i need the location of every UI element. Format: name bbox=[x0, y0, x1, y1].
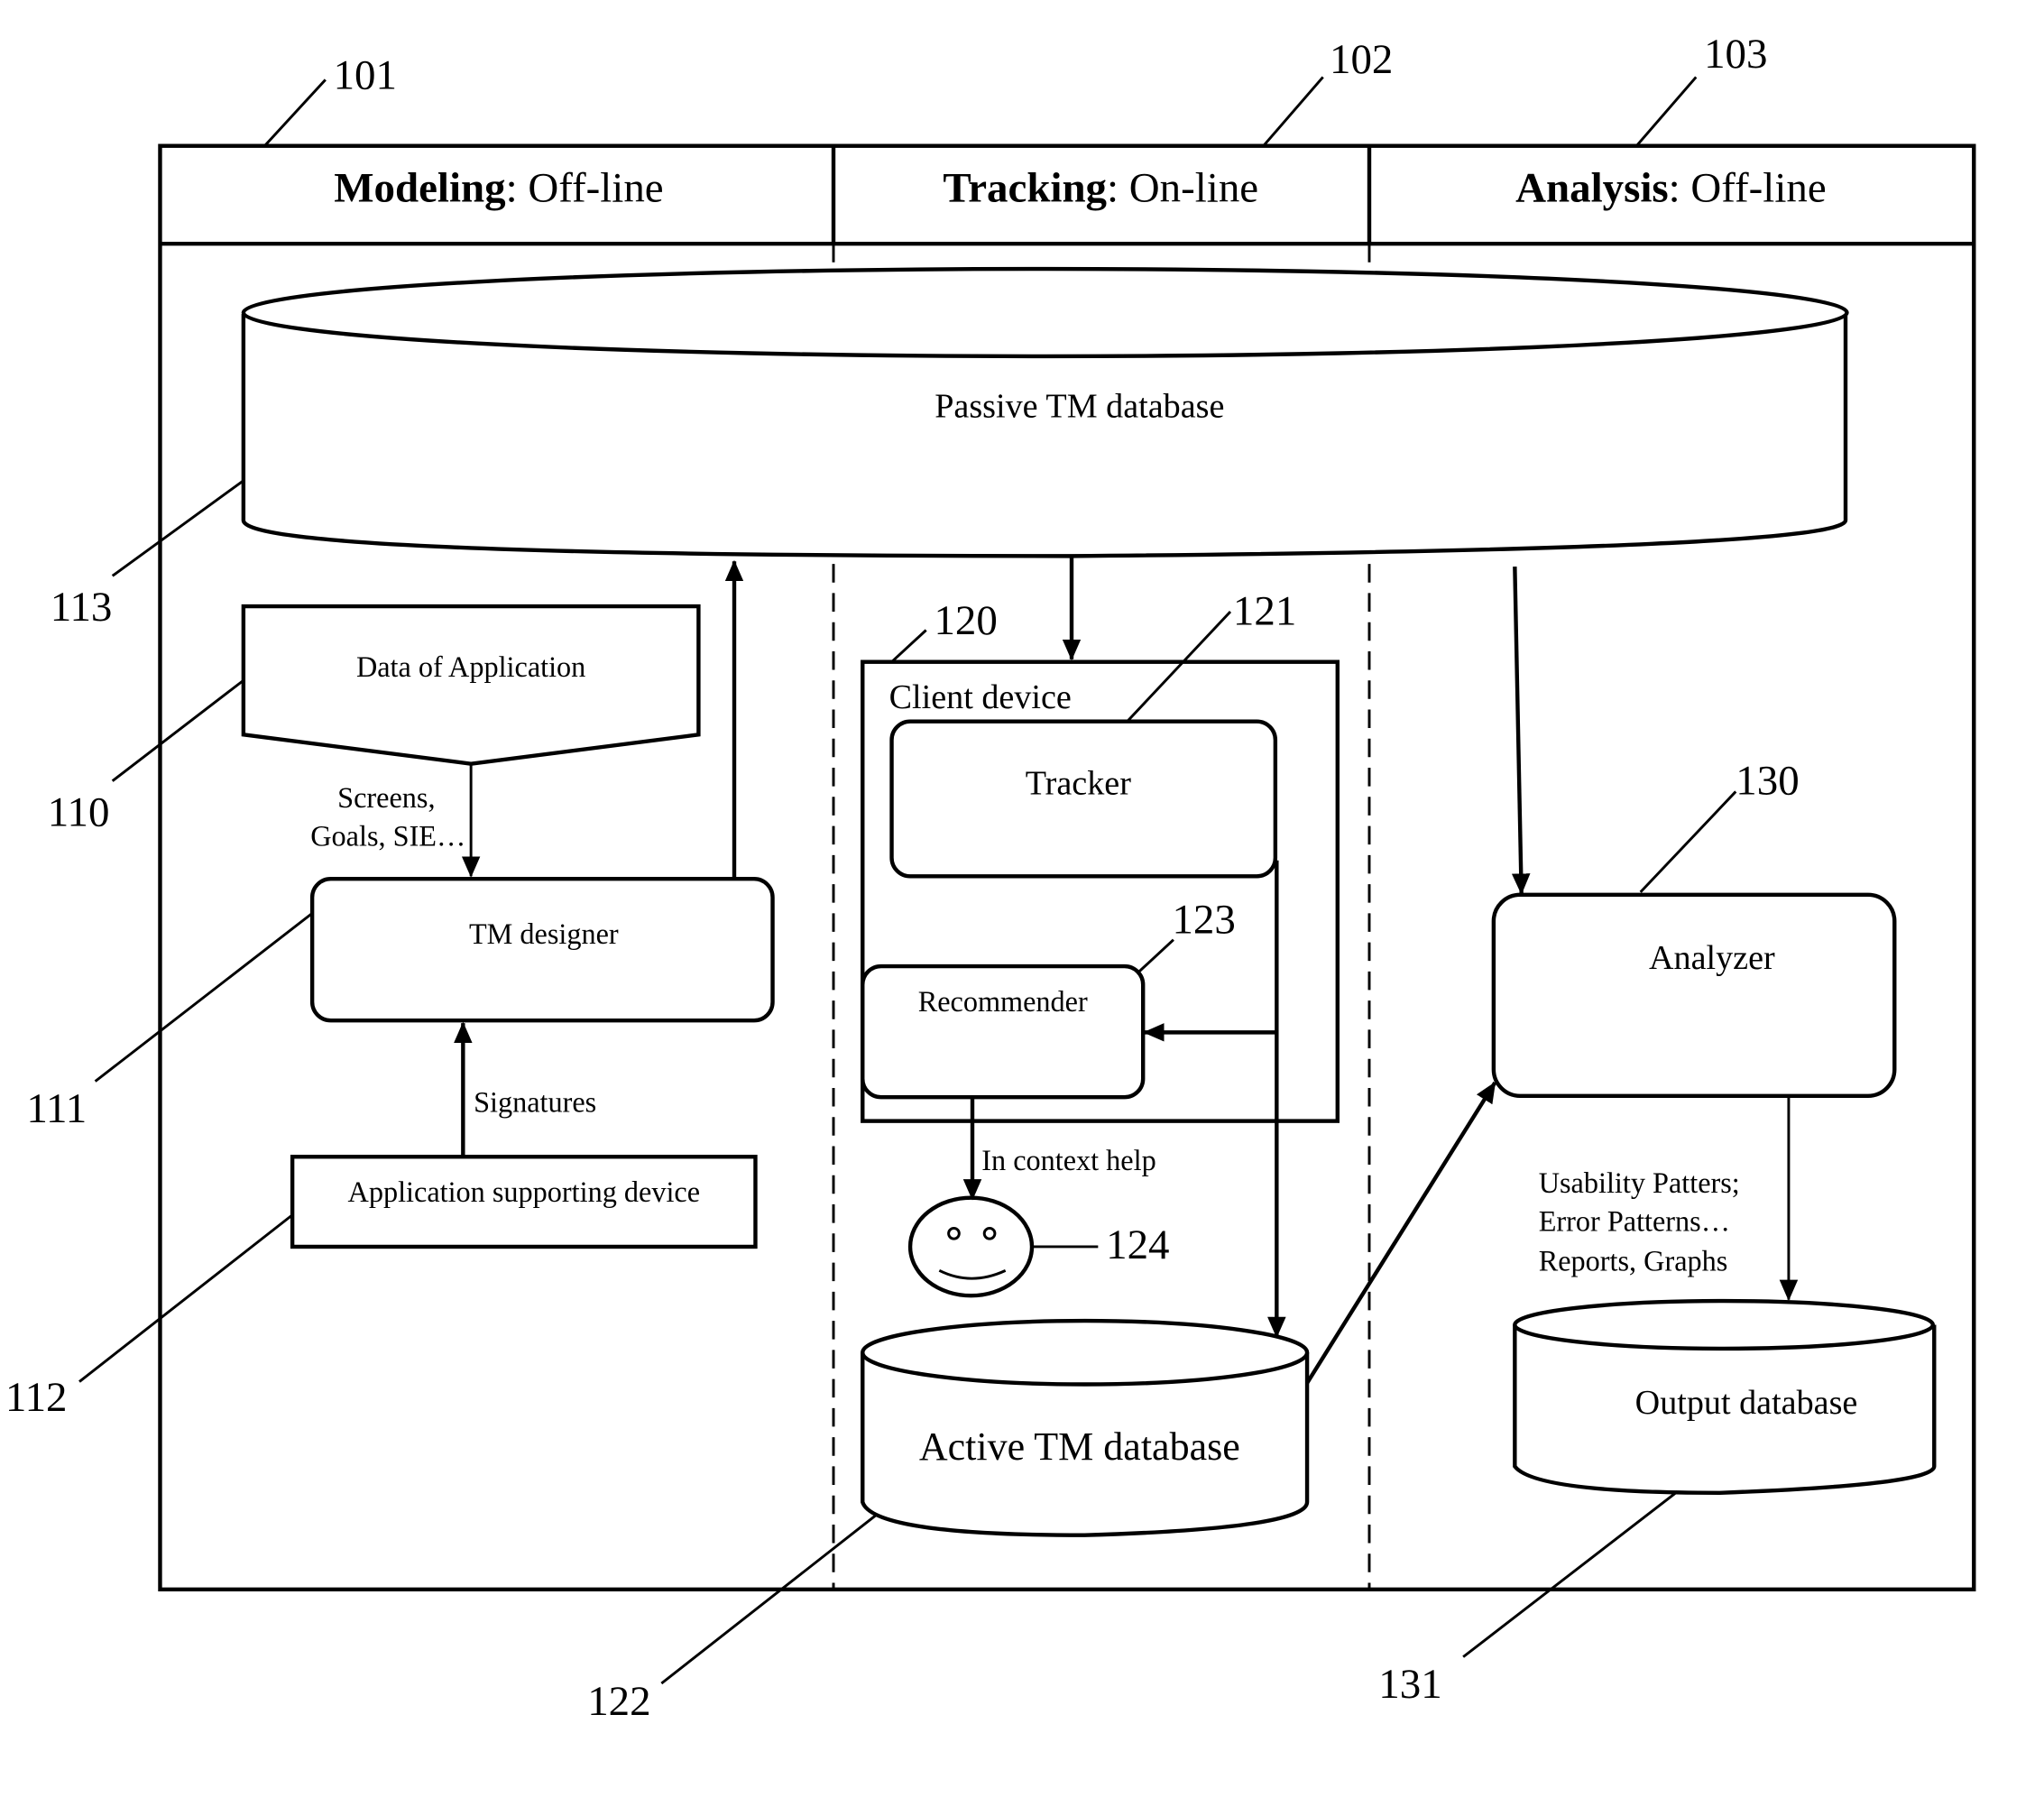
smile-icon bbox=[938, 1269, 1007, 1280]
leader-122 bbox=[660, 1514, 877, 1685]
ref-122: 122 bbox=[587, 1678, 650, 1725]
svg-text:Tracking: On-line: Tracking: On-line bbox=[943, 164, 1258, 211]
data-of-application[interactable]: Data of Application bbox=[241, 604, 701, 766]
client-device-label: Client device bbox=[889, 678, 1072, 716]
ref-111: 111 bbox=[26, 1085, 87, 1132]
leader-103 bbox=[1635, 76, 1698, 147]
eye-right-icon bbox=[982, 1226, 997, 1240]
column-title-rest: : Off-line bbox=[506, 164, 664, 211]
edge-label-signatures: Signatures bbox=[474, 1085, 596, 1118]
leader-130 bbox=[1639, 790, 1737, 893]
output-database[interactable]: Output database bbox=[1513, 1298, 1937, 1495]
ref-124: 124 bbox=[1106, 1221, 1169, 1268]
column-title-rest: : On-line bbox=[1107, 164, 1258, 211]
leader-112 bbox=[78, 1213, 294, 1383]
edge-label-screens: Screens, bbox=[337, 781, 435, 814]
leader-131 bbox=[1462, 1490, 1679, 1658]
column-header-tracking: Tracking: On-line bbox=[943, 164, 1258, 211]
application-supporting-device[interactable]: Application supporting device bbox=[290, 1155, 758, 1249]
data-of-application-label: Data of Application bbox=[356, 650, 585, 683]
arrow-active-db-to-analyzer bbox=[1305, 1081, 1497, 1385]
ref-112: 112 bbox=[5, 1374, 68, 1421]
tracker-label: Tracker bbox=[1026, 764, 1131, 802]
tm-designer-label: TM designer bbox=[469, 917, 619, 950]
system-diagram: Modeling: Off-line Tracking: On-line Ana… bbox=[5, 31, 1976, 1725]
recommender-label: Recommender bbox=[918, 985, 1088, 1018]
ref-113: 113 bbox=[51, 584, 113, 631]
leader-113 bbox=[111, 479, 244, 577]
leader-102 bbox=[1262, 76, 1324, 147]
application-supporting-device-label: Application supporting device bbox=[348, 1175, 701, 1208]
leader-110 bbox=[111, 679, 244, 782]
edge-label-goals: Goals, SIE… bbox=[310, 820, 465, 853]
arrow-passive-db-to-analyzer bbox=[1511, 567, 1531, 895]
user-smiley bbox=[907, 1195, 1035, 1298]
ref-131: 131 bbox=[1378, 1661, 1441, 1708]
column-title-bold: Tracking bbox=[943, 164, 1107, 211]
tracker[interactable]: Tracker bbox=[889, 719, 1278, 879]
analyzer[interactable]: Analyzer bbox=[1491, 892, 1897, 1098]
active-tm-database-label: Active TM database bbox=[919, 1424, 1240, 1469]
ref-123: 123 bbox=[1172, 896, 1235, 943]
passive-tm-database[interactable]: Passive TM database bbox=[241, 266, 1849, 558]
recommender[interactable]: Recommender bbox=[861, 963, 1146, 1100]
edge-label-usability-patterns: Usability Patters; bbox=[1539, 1166, 1740, 1199]
passive-tm-database-label: Passive TM database bbox=[935, 387, 1224, 425]
ref-101: 101 bbox=[334, 52, 397, 99]
column-title-rest: : Off-line bbox=[1669, 164, 1827, 211]
ref-121: 121 bbox=[1233, 588, 1296, 635]
column-header-modeling: Modeling: Off-line bbox=[334, 164, 663, 211]
column-title-bold: Analysis bbox=[1515, 164, 1669, 211]
column-title-bold: Modeling bbox=[334, 164, 505, 211]
column-header-analysis: Analysis: Off-line bbox=[1515, 164, 1827, 211]
ref-110: 110 bbox=[48, 789, 110, 836]
edge-label-reports-graphs: Reports, Graphs bbox=[1539, 1244, 1728, 1277]
edge-label-error-patterns: Error Patterns… bbox=[1539, 1204, 1730, 1237]
leader-101 bbox=[263, 78, 327, 147]
ref-102: 102 bbox=[1330, 36, 1393, 83]
ref-103: 103 bbox=[1704, 31, 1767, 78]
ref-130: 130 bbox=[1736, 757, 1799, 804]
edge-label-in-context-help: In context help bbox=[981, 1144, 1156, 1176]
tm-designer[interactable]: TM designer bbox=[309, 877, 775, 1023]
svg-text:Modeling: Off-line: Modeling: Off-line bbox=[334, 164, 663, 211]
leader-120 bbox=[890, 629, 927, 663]
leader-111 bbox=[94, 912, 314, 1083]
svg-text:Analysis: Off-line: Analysis: Off-line bbox=[1515, 164, 1827, 211]
eye-left-icon bbox=[947, 1226, 961, 1240]
active-tm-database[interactable]: Active TM database bbox=[861, 1318, 1310, 1537]
output-database-label: Output database bbox=[1635, 1384, 1858, 1422]
ref-120: 120 bbox=[934, 597, 997, 644]
analyzer-label: Analyzer bbox=[1649, 939, 1775, 977]
